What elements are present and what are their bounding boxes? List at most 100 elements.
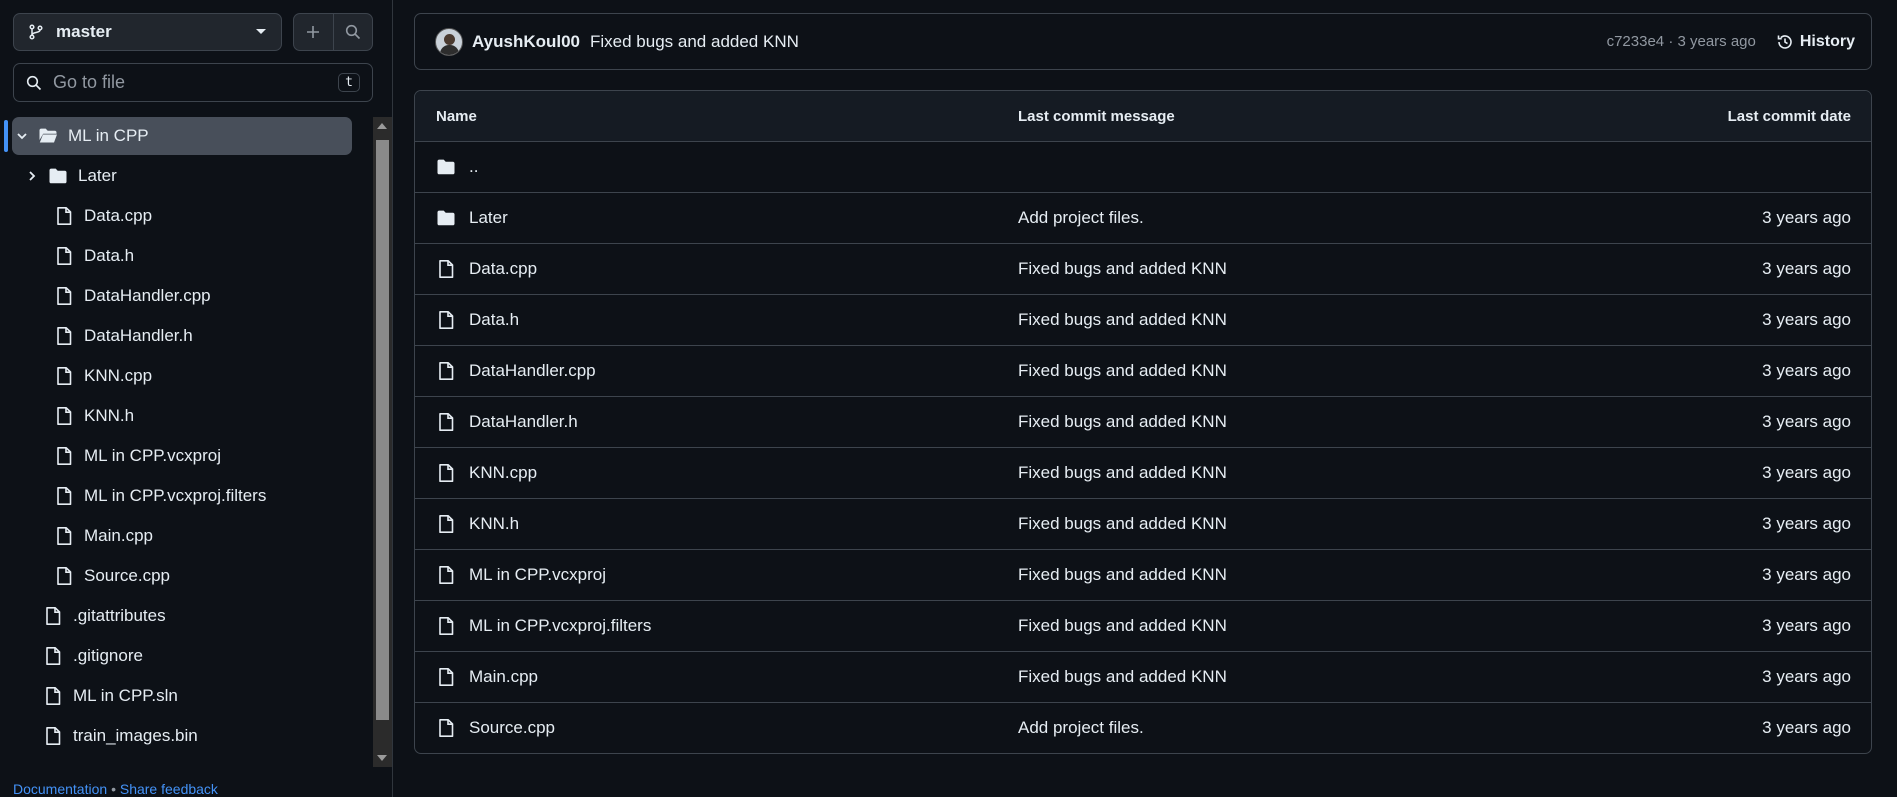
row-commit-message[interactable]: Fixed bugs and added KNN xyxy=(1018,667,1227,687)
tree-item[interactable]: .gitattributes xyxy=(12,597,352,635)
tree-item[interactable]: KNN.cpp xyxy=(12,357,352,395)
file-icon xyxy=(436,514,456,534)
row-commit-message[interactable]: Add project files. xyxy=(1018,208,1144,228)
tree-item[interactable]: ML in CPP xyxy=(12,117,352,155)
file-icon xyxy=(54,526,74,546)
file-icon xyxy=(54,406,74,426)
tree-item[interactable]: ML in CPP.vcxproj xyxy=(12,437,352,475)
row-name[interactable]: DataHandler.cpp xyxy=(436,346,596,396)
tree-item-label: Source.cpp xyxy=(84,566,170,585)
row-name[interactable]: ML in CPP.vcxproj.filters xyxy=(436,601,651,651)
table-row[interactable]: Data.cpp Fixed bugs and added KNN 3 years … xyxy=(415,244,1871,295)
tree-item[interactable]: Source.cpp xyxy=(12,557,352,595)
tree-scrollbar[interactable] xyxy=(373,117,392,767)
row-name[interactable]: Source.cpp xyxy=(436,703,555,753)
tree-item[interactable]: .gitignore xyxy=(12,637,352,675)
row-commit-message[interactable]: Fixed bugs and added KNN xyxy=(1018,616,1227,636)
shortcut-key: t xyxy=(338,73,360,92)
file-icon xyxy=(54,286,74,306)
tree-item[interactable]: ML in CPP.vcxproj.filters xyxy=(12,477,352,515)
add-file-button[interactable] xyxy=(294,14,333,50)
row-commit-message[interactable]: Fixed bugs and added KNN xyxy=(1018,514,1227,534)
commit-author[interactable]: AyushKoul00 xyxy=(472,32,580,52)
row-name-label[interactable]: ML in CPP.vcxproj xyxy=(469,565,606,585)
table-row[interactable]: ML in CPP.vcxproj Fixed bugs and added KN… xyxy=(415,550,1871,601)
row-name[interactable]: KNN.cpp xyxy=(436,448,537,498)
table-row[interactable]: Data.h Fixed bugs and added KNN 3 years ag… xyxy=(415,295,1871,346)
row-name[interactable]: Later xyxy=(436,193,508,243)
tree-item[interactable]: ML in CPP.sln xyxy=(12,677,352,715)
row-name-label[interactable]: KNN.cpp xyxy=(469,463,537,483)
scrollbar-thumb[interactable] xyxy=(376,140,389,720)
commit-sha-time[interactable]: c7233e4 · 3 years ago xyxy=(1607,33,1756,50)
row-commit-message[interactable]: Fixed bugs and added KNN xyxy=(1018,463,1227,483)
file-icon xyxy=(43,606,63,626)
table-row[interactable]: KNN.cpp Fixed bugs and added KNN 3 years a… xyxy=(415,448,1871,499)
table-row[interactable]: DataHandler.cpp Fixed bugs and added KNN 3… xyxy=(415,346,1871,397)
branch-selector-button[interactable]: master xyxy=(13,13,282,51)
row-name[interactable]: Data.cpp xyxy=(436,244,537,294)
table-row[interactable]: Main.cpp Fixed bugs and added KNN 3 years … xyxy=(415,652,1871,703)
scroll-down-arrow-icon[interactable] xyxy=(377,755,387,761)
tree-item[interactable]: Data.cpp xyxy=(12,197,352,235)
history-button[interactable]: History xyxy=(1776,33,1855,51)
tree-item[interactable]: Data.h xyxy=(12,237,352,275)
row-name-label[interactable]: DataHandler.cpp xyxy=(469,361,596,381)
row-name-label[interactable]: Data.cpp xyxy=(469,259,537,279)
tree-item-label: KNN.cpp xyxy=(84,366,153,385)
row-name-label[interactable]: Main.cpp xyxy=(469,667,538,687)
history-label: History xyxy=(1799,32,1855,50)
file-icon xyxy=(54,486,74,506)
tree-item[interactable]: Main.cpp xyxy=(12,517,352,555)
go-to-file-input[interactable]: Go to file t xyxy=(13,63,373,102)
row-commit-message[interactable]: Fixed bugs and added KNN xyxy=(1018,565,1227,585)
table-row[interactable]: Later Add project files. 3 years ago xyxy=(415,193,1871,244)
footer-links: Documentation • Share feedback xyxy=(13,781,218,797)
row-name-label[interactable]: Later xyxy=(469,208,508,228)
row-name-label[interactable]: ML in CPP.vcxproj.filters xyxy=(469,616,651,636)
file-icon xyxy=(54,326,74,346)
chevron-down-icon[interactable] xyxy=(16,130,28,142)
table-row[interactable]: KNN.h Fixed bugs and added KNN 3 years ago xyxy=(415,499,1871,550)
tree-item[interactable]: DataHandler.h xyxy=(12,317,352,355)
row-name[interactable]: .. xyxy=(436,142,478,192)
row-name-label[interactable]: Source.cpp xyxy=(469,718,555,738)
file-icon xyxy=(43,726,63,746)
row-name-label[interactable]: DataHandler.h xyxy=(469,412,578,432)
tree-item[interactable]: DataHandler.cpp xyxy=(12,277,352,315)
file-icon xyxy=(54,246,74,266)
tree-item[interactable]: Later xyxy=(12,157,352,195)
row-name-label[interactable]: .. xyxy=(469,157,478,177)
row-name[interactable]: ML in CPP.vcxproj xyxy=(436,550,606,600)
search-button[interactable] xyxy=(332,14,373,50)
row-name[interactable]: KNN.h xyxy=(436,499,519,549)
table-row[interactable]: .. xyxy=(415,142,1871,193)
scroll-up-arrow-icon[interactable] xyxy=(377,123,387,129)
row-name[interactable]: DataHandler.h xyxy=(436,397,578,447)
tree-item-label: Data.h xyxy=(84,246,135,265)
documentation-link[interactable]: Documentation xyxy=(13,781,107,797)
row-commit-message[interactable]: Fixed bugs and added KNN xyxy=(1018,310,1227,330)
share-feedback-link[interactable]: Share feedback xyxy=(120,781,218,797)
row-name-label[interactable]: Data.h xyxy=(469,310,519,330)
row-commit-message[interactable]: Add project files. xyxy=(1018,718,1144,738)
avatar[interactable] xyxy=(435,27,463,56)
commit-message[interactable]: Fixed bugs and added KNN xyxy=(590,32,799,52)
table-row[interactable]: Source.cpp Add project files. 3 years ago xyxy=(415,703,1871,753)
row-name-label[interactable]: KNN.h xyxy=(469,514,519,534)
tree-item[interactable]: KNN.h xyxy=(12,397,352,435)
row-commit-message[interactable]: Fixed bugs and added KNN xyxy=(1018,259,1227,279)
column-header-date: Last commit date xyxy=(1727,108,1851,125)
tree-item-label: Data.cpp xyxy=(84,206,153,225)
file-icon xyxy=(436,463,456,483)
table-row[interactable]: ML in CPP.vcxproj.filters Fixed bugs and … xyxy=(415,601,1871,652)
row-commit-date: 3 years ago xyxy=(1762,514,1851,533)
table-row[interactable]: DataHandler.h Fixed bugs and added KNN 3 y… xyxy=(415,397,1871,448)
row-commit-message[interactable]: Fixed bugs and added KNN xyxy=(1018,412,1227,432)
row-name[interactable]: Data.h xyxy=(436,295,519,345)
chevron-right-icon[interactable] xyxy=(26,170,38,182)
file-icon xyxy=(43,646,63,666)
row-commit-message[interactable]: Fixed bugs and added KNN xyxy=(1018,361,1227,381)
tree-item[interactable]: train_images.bin xyxy=(12,717,352,755)
row-name[interactable]: Main.cpp xyxy=(436,652,538,702)
